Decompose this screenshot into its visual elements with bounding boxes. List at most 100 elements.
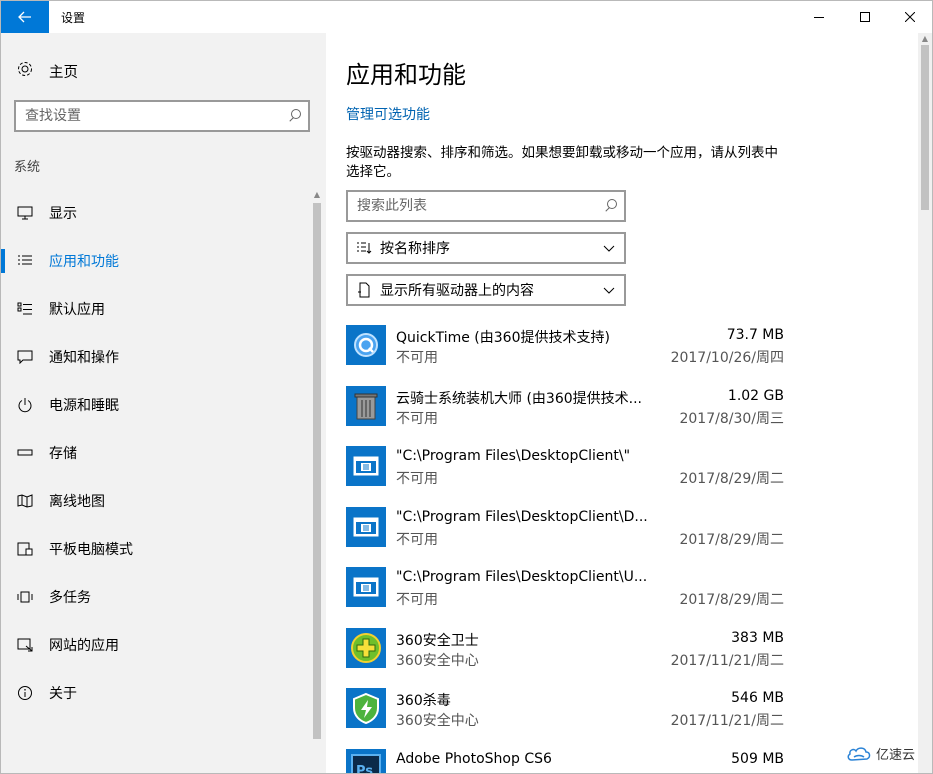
main-scroll-thumb[interactable]	[921, 45, 929, 210]
app-publisher: 不可用	[396, 350, 438, 366]
manage-optional-features-link[interactable]: 管理可选功能	[346, 104, 430, 124]
notification-icon	[1, 350, 49, 364]
drive-filter-dropdown[interactable]: 显示所有驱动器上的内容	[346, 274, 626, 306]
maximize-button[interactable]	[842, 1, 888, 33]
chevron-down-icon	[594, 245, 624, 252]
app-name: "C:\Program Files\DesktopClient\U...	[396, 569, 648, 585]
svg-text:Ps: Ps	[356, 764, 373, 774]
default-apps-icon	[1, 302, 49, 316]
app-date: 2017/8/29/周二	[679, 471, 784, 487]
app-list-search[interactable]	[346, 190, 626, 222]
app-date: 2017/10/26/周四	[670, 350, 784, 366]
info-icon	[1, 685, 49, 701]
sidebar-item-label: 显示	[49, 206, 77, 222]
sidebar-item-label: 通知和操作	[49, 350, 119, 366]
main-scrollbar[interactable]: ▲	[918, 33, 932, 773]
scroll-up-icon[interactable]: ▲	[311, 189, 323, 201]
app-date: 2017/8/29/周二	[679, 531, 784, 548]
app-size: 509 MB	[731, 750, 784, 767]
maximize-icon	[860, 12, 870, 22]
sidebar-item-storage[interactable]: 存储	[1, 429, 311, 477]
sidebar-scrollbar[interactable]: ▲	[311, 189, 323, 773]
scroll-up-icon[interactable]: ▲	[918, 33, 932, 45]
app-name: "C:\Program Files\DesktopClient\D...	[396, 508, 648, 525]
home-label: 主页	[49, 64, 78, 81]
search-icon[interactable]	[284, 102, 308, 130]
drive-icon	[348, 282, 380, 298]
app-publisher: 不可用	[396, 592, 438, 608]
sidebar-item-display[interactable]: 显示	[1, 189, 311, 237]
app-date: 2017/8/29/周二	[679, 592, 784, 608]
search-icon[interactable]	[600, 192, 624, 220]
app-publisher: 360安全中心	[396, 652, 479, 669]
settings-search-input[interactable]	[16, 108, 284, 124]
chevron-down-icon	[594, 287, 624, 294]
sort-icon	[348, 241, 380, 255]
sidebar-nav: 显示 应用和功能 默认应用 通知和操作 电源和睡眠 存储 离线地图 平板电脑模式…	[1, 189, 311, 717]
sidebar-item-home[interactable]: 主页	[1, 53, 326, 89]
app-list-item[interactable]: 360杀毒 360安全中心 546 MB 2017/11/21/周二	[346, 688, 786, 749]
back-button[interactable]	[1, 1, 49, 33]
app-date: 2017/11/21/周二	[670, 652, 784, 669]
sidebar-scroll-thumb[interactable]	[313, 203, 321, 739]
sidebar-item-label: 应用和功能	[49, 254, 119, 270]
sidebar: 主页 系统 显示 应用和功能 默认应用 通知和操作	[1, 33, 326, 773]
sidebar-item-power-sleep[interactable]: 电源和睡眠	[1, 381, 311, 429]
app-list-item[interactable]: Ps Adobe PhotoShop CS6 509 MB	[346, 748, 786, 774]
app-name: 360杀毒	[396, 693, 451, 709]
app-list-item[interactable]: QuickTime (由360提供技术支持) 不可用 73.7 MB 2017/…	[346, 325, 786, 386]
minimize-button[interactable]	[796, 1, 842, 33]
sort-dropdown[interactable]: 按名称排序	[346, 232, 626, 264]
sidebar-item-multitasking[interactable]: 多任务	[1, 573, 311, 621]
app-list-item[interactable]: "C:\Program Files\DesktopClient\" 不可用 20…	[346, 446, 786, 507]
sidebar-item-label: 默认应用	[49, 302, 105, 318]
close-icon	[905, 12, 915, 22]
app-list-item[interactable]: "C:\Program Files\DesktopClient\U... 不可用…	[346, 567, 786, 628]
app-list-item[interactable]: 云骑士系统装机大师 (由360提供技术... 不可用 1.02 GB 2017/…	[346, 385, 786, 447]
sidebar-item-label: 平板电脑模式	[49, 542, 133, 558]
close-button[interactable]	[887, 1, 932, 33]
app-publisher: 不可用	[396, 531, 438, 548]
sidebar-item-notifications[interactable]: 通知和操作	[1, 333, 311, 381]
web-apps-icon	[1, 638, 49, 652]
sidebar-item-about[interactable]: 关于	[1, 669, 311, 717]
watermark-text: 亿速云	[876, 748, 916, 763]
app-publisher: 不可用	[396, 471, 438, 487]
app-list: QuickTime (由360提供技术支持) 不可用 73.7 MB 2017/…	[346, 325, 786, 773]
app-date: 2017/11/21/周二	[670, 713, 784, 729]
sidebar-item-label: 多任务	[49, 590, 91, 606]
power-icon	[1, 397, 49, 413]
sidebar-item-apps-features[interactable]: 应用和功能	[1, 237, 311, 285]
description-text: 按驱动器搜索、排序和筛选。如果想要卸载或移动一个应用，请从列表中选择它。	[346, 145, 778, 180]
app-name: Adobe PhotoShop CS6	[396, 750, 552, 767]
program-icon	[346, 567, 386, 607]
list-icon	[1, 254, 49, 268]
page-title: 应用和功能	[346, 61, 466, 89]
app-size: 546 MB	[731, 690, 784, 706]
cloud-logo-icon	[847, 746, 871, 761]
settings-search[interactable]	[14, 100, 310, 132]
app-publisher: 不可用	[396, 410, 438, 427]
app-name: "C:\Program Files\DesktopClient\"	[396, 448, 631, 464]
back-arrow-icon	[18, 11, 31, 23]
sidebar-item-default-apps[interactable]: 默认应用	[1, 285, 311, 333]
app-list-item[interactable]: "C:\Program Files\DesktopClient\D... 不可用…	[346, 506, 786, 568]
sidebar-item-offline-maps[interactable]: 离线地图	[1, 477, 311, 525]
tablet-icon	[1, 542, 49, 556]
sidebar-item-label: 电源和睡眠	[49, 398, 119, 414]
sort-label: 按名称排序	[380, 241, 450, 257]
app-search-input[interactable]	[348, 198, 600, 214]
app-list-item[interactable]: 360安全卫士 360安全中心 383 MB 2017/11/21/周二	[346, 627, 786, 689]
app-size: 383 MB	[731, 629, 784, 646]
app-size: 1.02 GB	[727, 387, 784, 404]
quicktime-icon	[346, 325, 386, 365]
program-icon	[346, 446, 386, 486]
sidebar-item-web-apps[interactable]: 网站的应用	[1, 621, 311, 669]
sidebar-item-tablet-mode[interactable]: 平板电脑模式	[1, 525, 311, 573]
app-date: 2017/8/30/周三	[679, 410, 784, 427]
360-safe-icon	[346, 627, 386, 668]
360-antivirus-icon	[346, 688, 386, 728]
app-name: 360安全卫士	[396, 632, 479, 649]
multitask-icon	[1, 591, 49, 603]
sidebar-item-label: 存储	[49, 446, 77, 462]
